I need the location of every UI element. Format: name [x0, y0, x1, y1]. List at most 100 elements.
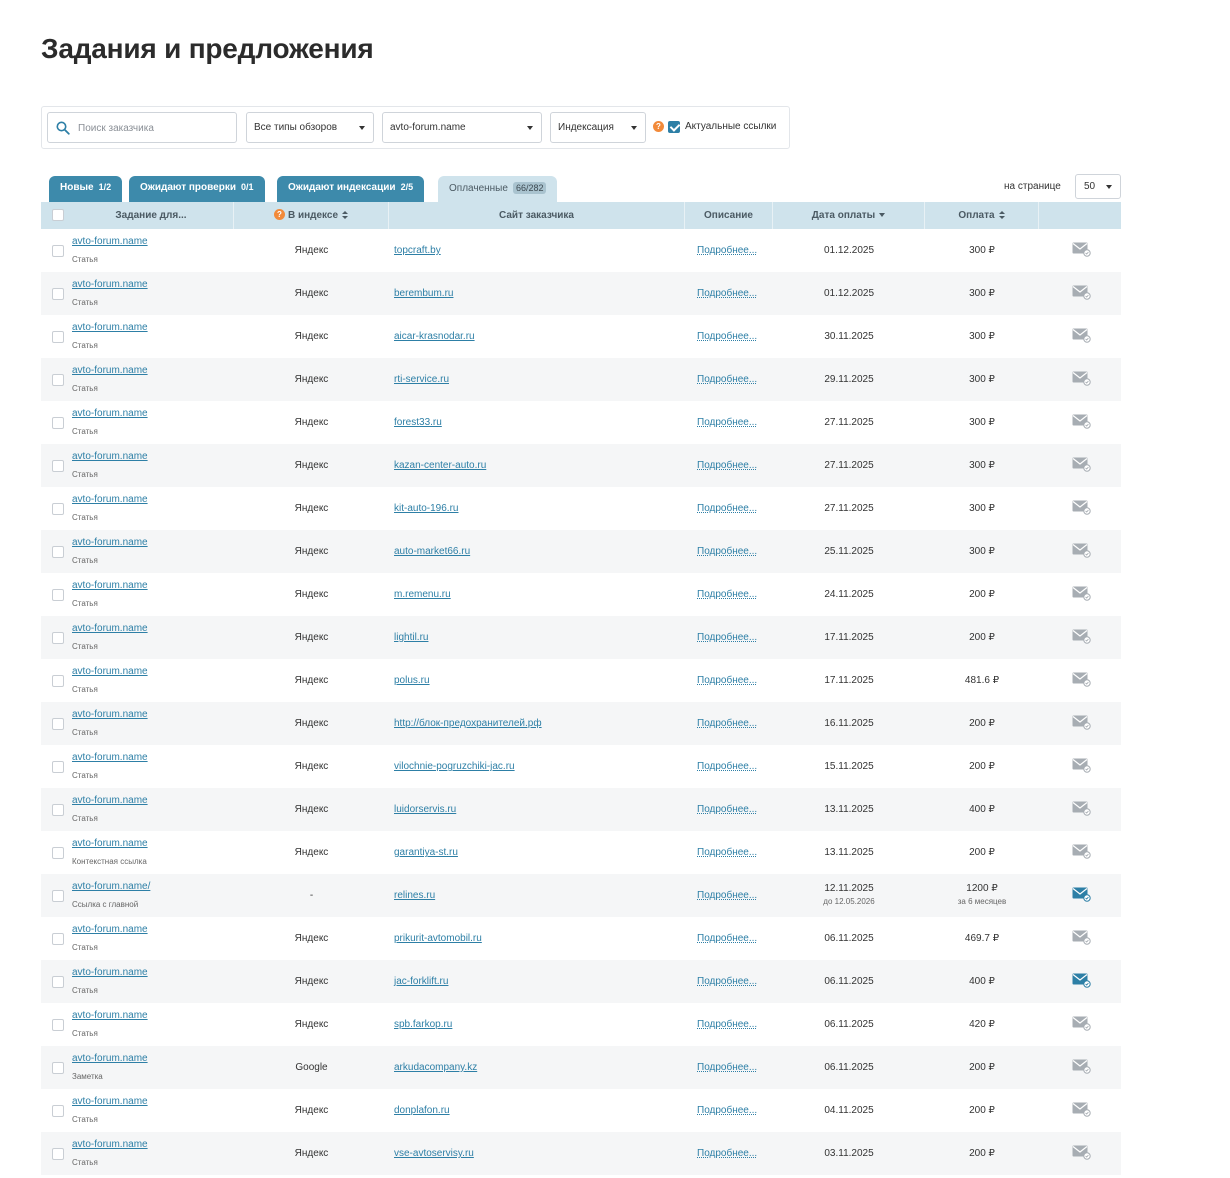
customer-site-link[interactable]: topcraft.by	[394, 245, 441, 256]
details-link[interactable]: Подробнее...	[697, 460, 757, 471]
per-page-select[interactable]: 50	[1075, 174, 1121, 199]
site-select[interactable]: avto-forum.name	[382, 112, 542, 143]
row-checkbox[interactable]	[52, 417, 64, 429]
row-checkbox[interactable]	[52, 288, 64, 300]
customer-site-link[interactable]: kit-auto-196.ru	[394, 503, 458, 514]
task-link[interactable]: avto-forum.name	[72, 1010, 148, 1021]
row-checkbox[interactable]	[52, 976, 64, 988]
row-checkbox[interactable]	[52, 804, 64, 816]
customer-site-link[interactable]: relines.ru	[394, 890, 435, 901]
details-link[interactable]: Подробнее...	[697, 589, 757, 600]
task-link[interactable]: avto-forum.name	[72, 752, 148, 763]
details-link[interactable]: Подробнее...	[697, 288, 757, 299]
customer-site-link[interactable]: luidorservis.ru	[394, 804, 456, 815]
indexing-select[interactable]: Индексация	[550, 112, 646, 143]
row-checkbox[interactable]	[52, 890, 64, 902]
task-link[interactable]: avto-forum.name	[72, 924, 148, 935]
column-task[interactable]: Задание для...	[69, 202, 234, 229]
customer-site-link[interactable]: http://блок-предохранителей.рф	[394, 718, 542, 729]
task-link[interactable]: avto-forum.name	[72, 365, 148, 376]
customer-site-link[interactable]: kazan-center-auto.ru	[394, 460, 486, 471]
task-link[interactable]: avto-forum.name	[72, 1053, 148, 1064]
row-checkbox[interactable]	[52, 632, 64, 644]
task-link[interactable]: avto-forum.name	[72, 537, 148, 548]
customer-site-link[interactable]: jac-forklift.ru	[394, 976, 448, 987]
search-input[interactable]	[78, 119, 228, 137]
column-site[interactable]: Сайт заказчика	[389, 202, 685, 229]
row-checkbox[interactable]	[52, 718, 64, 730]
task-link[interactable]: avto-forum.name	[72, 322, 148, 333]
task-link[interactable]: avto-forum.name	[72, 494, 148, 505]
row-checkbox[interactable]	[52, 675, 64, 687]
details-link[interactable]: Подробнее...	[697, 546, 757, 557]
task-link[interactable]: avto-forum.name	[72, 709, 148, 720]
details-link[interactable]: Подробнее...	[697, 374, 757, 385]
task-link[interactable]: avto-forum.name	[72, 1096, 148, 1107]
mail-icon[interactable]	[1072, 1101, 1091, 1117]
task-link[interactable]: avto-forum.name/	[72, 881, 150, 892]
info-icon[interactable]: ?	[273, 208, 285, 220]
row-checkbox[interactable]	[52, 933, 64, 945]
details-link[interactable]: Подробнее...	[697, 417, 757, 428]
review-type-select[interactable]: Все типы обзоров	[246, 112, 374, 143]
tab-paid[interactable]: Оплаченные 66/282	[438, 176, 558, 202]
details-link[interactable]: Подробнее...	[697, 761, 757, 772]
task-link[interactable]: avto-forum.name	[72, 967, 148, 978]
details-link[interactable]: Подробнее...	[697, 1148, 757, 1159]
row-checkbox[interactable]	[52, 374, 64, 386]
customer-site-link[interactable]: vse-avtoservisy.ru	[394, 1148, 474, 1159]
task-link[interactable]: avto-forum.name	[72, 1139, 148, 1150]
sort-icon[interactable]	[998, 210, 1005, 220]
mail-icon[interactable]	[1072, 1144, 1091, 1160]
sort-desc-icon[interactable]	[879, 213, 886, 218]
details-link[interactable]: Подробнее...	[697, 804, 757, 815]
details-link[interactable]: Подробнее...	[697, 847, 757, 858]
tab-new[interactable]: Новые 1/2	[49, 176, 123, 202]
task-link[interactable]: avto-forum.name	[72, 580, 148, 591]
mail-icon[interactable]	[1072, 929, 1091, 945]
tab-awaiting-review[interactable]: Ожидают проверки 0/1	[129, 176, 265, 202]
column-date[interactable]: Дата оплаты	[773, 202, 925, 229]
mail-icon[interactable]	[1072, 585, 1091, 601]
mail-icon[interactable]	[1072, 671, 1091, 687]
customer-site-link[interactable]: spb.farkop.ru	[394, 1019, 452, 1030]
details-link[interactable]: Подробнее...	[697, 632, 757, 643]
task-link[interactable]: avto-forum.name	[72, 623, 148, 634]
mail-icon[interactable]	[1072, 284, 1091, 300]
customer-site-link[interactable]: arkudacompany.kz	[394, 1062, 477, 1073]
customer-site-link[interactable]: rti-service.ru	[394, 374, 449, 385]
details-link[interactable]: Подробнее...	[697, 976, 757, 987]
mail-icon[interactable]	[1072, 499, 1091, 515]
row-checkbox[interactable]	[52, 1019, 64, 1031]
actual-links-label[interactable]: Актуальные ссылки	[685, 121, 776, 132]
task-link[interactable]: avto-forum.name	[72, 408, 148, 419]
mail-icon[interactable]	[1072, 327, 1091, 343]
row-checkbox[interactable]	[52, 460, 64, 472]
column-payment[interactable]: Оплата	[925, 202, 1039, 229]
mail-unread-icon[interactable]	[1072, 972, 1091, 988]
column-index[interactable]: ? В индексе	[234, 202, 389, 229]
row-checkbox[interactable]	[52, 1148, 64, 1160]
customer-site-link[interactable]: prikurit-avtomobil.ru	[394, 933, 482, 944]
details-link[interactable]: Подробнее...	[697, 503, 757, 514]
row-checkbox[interactable]	[52, 245, 64, 257]
mail-icon[interactable]	[1072, 714, 1091, 730]
customer-site-link[interactable]: donplafon.ru	[394, 1105, 450, 1116]
details-link[interactable]: Подробнее...	[697, 675, 757, 686]
task-link[interactable]: avto-forum.name	[72, 795, 148, 806]
mail-icon[interactable]	[1072, 1015, 1091, 1031]
row-checkbox[interactable]	[52, 1105, 64, 1117]
row-checkbox[interactable]	[52, 546, 64, 558]
actual-links-checkbox[interactable]	[668, 121, 680, 133]
mail-unread-icon[interactable]	[1072, 886, 1091, 902]
mail-icon[interactable]	[1072, 800, 1091, 816]
tab-awaiting-indexing[interactable]: Ожидают индексации 2/5	[277, 176, 425, 202]
customer-site-link[interactable]: vilochnie-pogruzchiki-jac.ru	[394, 761, 515, 772]
customer-site-link[interactable]: garantiya-st.ru	[394, 847, 458, 858]
row-checkbox[interactable]	[52, 589, 64, 601]
mail-icon[interactable]	[1072, 370, 1091, 386]
details-link[interactable]: Подробнее...	[697, 1019, 757, 1030]
task-link[interactable]: avto-forum.name	[72, 451, 148, 462]
task-link[interactable]: avto-forum.name	[72, 236, 148, 247]
row-checkbox[interactable]	[52, 1062, 64, 1074]
